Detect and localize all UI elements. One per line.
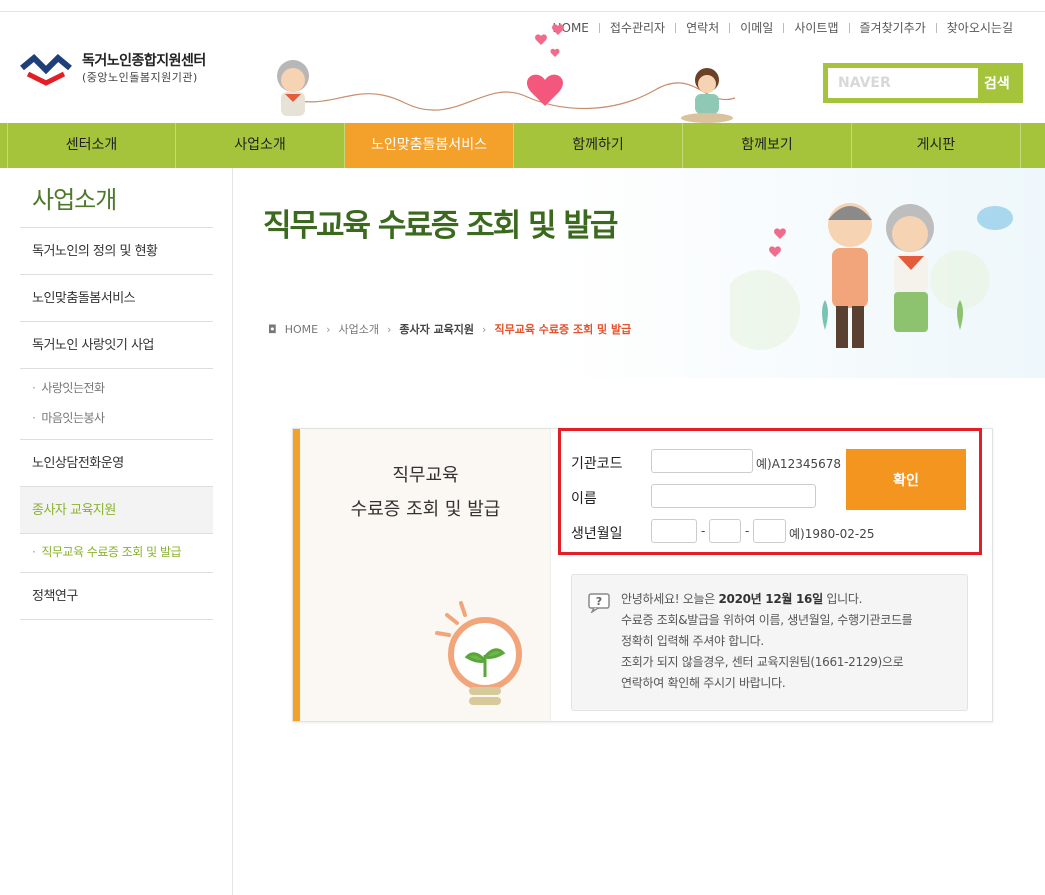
question-icon: ? [588, 593, 610, 613]
org-code-hint: 예)A12345678 [756, 457, 842, 471]
gnb-together-do[interactable]: 함께하기 [514, 123, 683, 168]
gnb-business-intro[interactable]: 사업소개 [176, 123, 345, 168]
name-input[interactable] [651, 484, 816, 508]
naver-search-box: 검색 [823, 63, 1023, 103]
logo-subtitle: (중앙노인돌봄지원기관) [82, 70, 198, 84]
org-code-input[interactable] [651, 449, 753, 473]
side-subitem-heart-volunteer[interactable]: 마음잇는봉사 [32, 403, 213, 433]
breadcrumb-home[interactable]: HOME [285, 323, 318, 336]
birth-label: 생년월일 [571, 526, 623, 542]
card-heading: 직무교육 수료증 조회 및 발급 [300, 459, 551, 527]
header-illustration [277, 24, 736, 123]
info-greeting-post: 입니다. [822, 592, 863, 606]
info-line2: 수료증 조회&발급을 위하여 이름, 생년월일, 수행기관코드를 [621, 613, 913, 627]
info-line3: 정확히 입력해 주셔야 합니다. [621, 634, 764, 648]
logo-mark-icon [20, 53, 72, 86]
util-sitemap-link[interactable]: 사이트맵 [794, 19, 838, 36]
logo-title: 독거노인종합지원센터 [82, 52, 206, 69]
birth-year-input[interactable] [651, 519, 697, 543]
util-bookmark-link[interactable]: 즐겨찾기추가 [860, 19, 926, 36]
util-sep [783, 22, 785, 33]
dash-separator: - [745, 524, 750, 538]
search-button[interactable]: 검색 [984, 73, 1010, 93]
org-code-label: 기관코드 [571, 456, 623, 472]
util-directions-link[interactable]: 찾아오시는길 [947, 19, 1013, 36]
side-item-love-link[interactable]: 독거노인 사랑잇기 사업 [20, 322, 213, 369]
confirm-button[interactable]: 확인 [846, 449, 966, 510]
main-navigation: 센터소개 사업소개 노인맞춤돌봄서비스 함께하기 함께보기 게시판 [0, 123, 1045, 168]
chevron-right-icon: › [386, 322, 392, 336]
page-title: 직무교육 수료증 조회 및 발급 [263, 208, 618, 244]
birth-month-input[interactable] [709, 519, 741, 543]
side-subitem-certificate[interactable]: 직무교육 수료증 조회 및 발급 [32, 538, 213, 566]
gnb-together-see[interactable]: 함께보기 [683, 123, 852, 168]
info-line5: 연락하여 확인해 주시기 바랍니다. [621, 676, 786, 690]
gnb-center-intro[interactable]: 센터소개 [7, 123, 176, 168]
svg-text:?: ? [596, 595, 602, 608]
side-item-definition[interactable]: 독거노인의 정의 및 현황 [20, 228, 213, 275]
card-heading-line2: 수료증 조회 및 발급 [350, 499, 501, 520]
birth-hint: 예)1980-02-25 [789, 527, 875, 541]
side-item-policy-research[interactable]: 정책연구 [20, 573, 213, 620]
gnb-custom-care-service[interactable]: 노인맞춤돌봄서비스 [345, 123, 514, 168]
info-notice-box: ? 안녕하세요! 오늘은 2020년 12월 16일 입니다. 수료증 조회&발… [571, 574, 968, 711]
side-item-worker-education[interactable]: 종사자 교육지원 [20, 487, 213, 534]
side-navigation: 사업소개 독거노인의 정의 및 현황 노인맞춤돌봄서비스 독거노인 사랑잇기 사… [20, 168, 213, 620]
name-label: 이름 [571, 491, 597, 507]
util-sep [935, 22, 937, 33]
elderly-couple-illustration [730, 203, 1013, 350]
info-greeting-pre: 안녕하세요! 오늘은 [621, 592, 719, 606]
side-item-counseling[interactable]: 노인상담전화운영 [20, 440, 213, 487]
side-subitem-love-call[interactable]: 사랑잇는전화 [32, 373, 213, 403]
breadcrumb-business[interactable]: 사업소개 [338, 321, 378, 337]
site-logo[interactable]: 독거노인종합지원센터 (중앙노인돌봄지원기관) [20, 52, 206, 86]
util-sep [848, 22, 850, 33]
chevron-right-icon: › [482, 322, 487, 336]
side-submenu-worker-education: 직무교육 수료증 조회 및 발급 [20, 534, 213, 573]
top-divider [0, 11, 1045, 12]
dash-separator: - [701, 524, 706, 538]
side-submenu-love-link: 사랑잇는전화 마음잇는봉사 [20, 369, 213, 440]
chevron-right-icon: › [326, 322, 331, 336]
birth-day-input[interactable] [753, 519, 786, 543]
card-heading-line1: 직무교육 [392, 465, 459, 486]
breadcrumb: ◘ HOME › 사업소개 › 종사자 교육지원 › 직무교육 수료증 조회 및… [268, 321, 639, 337]
info-line4: 조회가 되지 않을경우, 센터 교육지원팀(1661-2129)으로 [621, 655, 904, 669]
side-nav-title: 사업소개 [20, 168, 213, 228]
info-date: 2020년 12월 16일 [718, 592, 823, 606]
gnb-board[interactable]: 게시판 [852, 123, 1021, 168]
search-input[interactable] [828, 68, 978, 98]
breadcrumb-current: 직무교육 수료증 조회 및 발급 [494, 323, 632, 336]
card-left-pane: 직무교육 수료증 조회 및 발급 [293, 429, 551, 721]
side-item-custom-care[interactable]: 노인맞춤돌봄서비스 [20, 275, 213, 322]
breadcrumb-education[interactable]: 종사자 교육지원 [399, 321, 474, 337]
home-icon: ◘ [268, 322, 277, 336]
info-notice-text: 안녕하세요! 오늘은 2020년 12월 16일 입니다. 수료증 조회&발급을… [621, 589, 961, 694]
lightbulb-icon [435, 601, 522, 705]
